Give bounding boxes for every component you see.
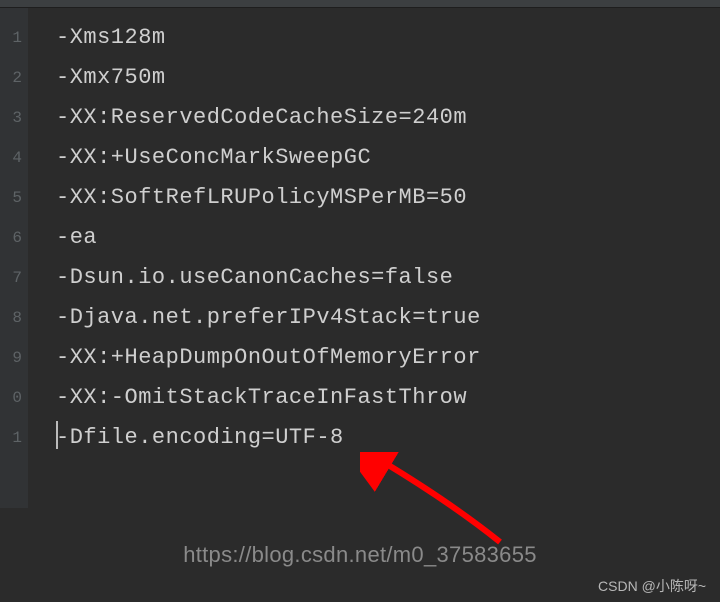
code-line-active[interactable]: -Dfile.encoding=UTF-8 [56,418,720,458]
code-line[interactable]: -ea [56,218,720,258]
line-number: 0 [0,378,22,418]
code-editor[interactable]: 1 2 3 4 5 6 7 8 9 0 1 -Xms128m -Xmx750m … [0,8,720,508]
line-number: 1 [0,18,22,58]
line-number: 6 [0,218,22,258]
text-caret [56,421,58,449]
watermark-url: https://blog.csdn.net/m0_37583655 [0,542,720,568]
line-number-gutter: 1 2 3 4 5 6 7 8 9 0 1 [0,8,28,508]
code-line[interactable]: -Xms128m [56,18,720,58]
code-line[interactable]: -Dsun.io.useCanonCaches=false [56,258,720,298]
code-area[interactable]: -Xms128m -Xmx750m -XX:ReservedCodeCacheS… [28,8,720,508]
code-line[interactable]: -XX:+UseConcMarkSweepGC [56,138,720,178]
code-line[interactable]: -Xmx750m [56,58,720,98]
code-line[interactable]: -Djava.net.preferIPv4Stack=true [56,298,720,338]
line-number: 7 [0,258,22,298]
code-text: -Dfile.encoding=UTF-8 [56,425,344,450]
line-number: 8 [0,298,22,338]
tab-bar [0,0,720,8]
code-line[interactable]: -XX:ReservedCodeCacheSize=240m [56,98,720,138]
watermark-author: CSDN @小陈呀~ [598,576,706,596]
line-number: 1 [0,418,22,458]
code-line[interactable]: -XX:SoftRefLRUPolicyMSPerMB=50 [56,178,720,218]
line-number: 5 [0,178,22,218]
code-line[interactable]: -XX:+HeapDumpOnOutOfMemoryError [56,338,720,378]
code-line[interactable]: -XX:-OmitStackTraceInFastThrow [56,378,720,418]
line-number: 3 [0,98,22,138]
line-number: 9 [0,338,22,378]
line-number: 4 [0,138,22,178]
line-number: 2 [0,58,22,98]
